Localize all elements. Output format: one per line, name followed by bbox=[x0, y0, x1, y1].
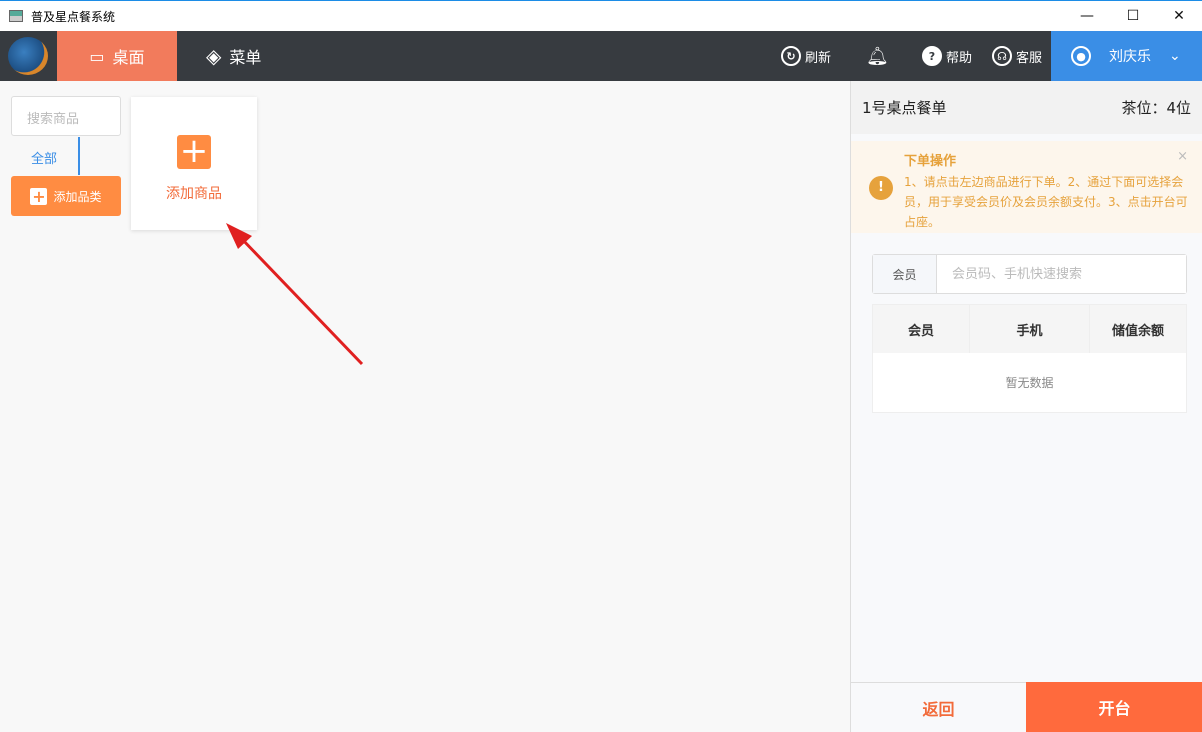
user-menu[interactable]: ● 刘庆乐 ⌄ bbox=[1051, 31, 1202, 81]
column-header: 手机 bbox=[970, 305, 1090, 353]
order-title: 1号桌点餐单 bbox=[862, 99, 947, 117]
member-search: 会员 bbox=[872, 254, 1187, 294]
title-bar: 普及星点餐系统 — ☐ ✕ bbox=[0, 0, 1202, 31]
order-panel: 1号桌点餐单 茶位：4位 ! 下单操作 1、请点击左边商品进行下单。2、通过下面… bbox=[850, 81, 1202, 732]
order-alert: ! 下单操作 1、请点击左边商品进行下单。2、通过下面可选择会员，用于享受会员价… bbox=[851, 141, 1202, 233]
chevron-down-icon: ⌄ bbox=[1169, 48, 1181, 64]
back-button[interactable]: 返回 bbox=[851, 682, 1026, 732]
notification-button[interactable]: 🔔︎ bbox=[866, 31, 889, 81]
warning-icon: ! bbox=[869, 176, 893, 200]
app-icon bbox=[9, 10, 23, 22]
close-icon[interactable]: × bbox=[1177, 149, 1188, 164]
nav-menu-label: 菜单 bbox=[229, 48, 262, 67]
top-nav: ▭ 桌面 ◈ 菜单 ↻ 刷新 🔔︎ ? 帮助 ☊ 客服 ● 刘庆乐 ⌄ bbox=[0, 31, 1202, 81]
member-search-input[interactable] bbox=[937, 255, 1186, 293]
layers-icon: ◈ bbox=[206, 44, 222, 68]
user-icon: ● bbox=[1071, 46, 1091, 66]
service-label: 客服 bbox=[1016, 50, 1043, 66]
monitor-icon: ▭ bbox=[89, 46, 105, 66]
column-header: 储值余额 bbox=[1111, 323, 1164, 339]
alert-title: 下单操作 bbox=[904, 154, 957, 169]
seats: 茶位：4位 bbox=[1121, 99, 1191, 117]
user-name: 刘庆乐 bbox=[1109, 49, 1151, 65]
alert-text: 1、请点击左边商品进行下单。2、通过下面可选择会员，用于享受会员价及会员余额支付… bbox=[904, 175, 1188, 229]
refresh-icon: ↻ bbox=[781, 46, 801, 66]
close-button[interactable]: ✕ bbox=[1156, 1, 1202, 31]
logo bbox=[8, 37, 48, 75]
nav-home-label: 桌面 bbox=[112, 48, 145, 67]
service-button[interactable]: ☊ 客服 bbox=[992, 31, 1042, 81]
nav-home[interactable]: ▭ 桌面 bbox=[57, 31, 177, 81]
help-button[interactable]: ? 帮助 bbox=[922, 31, 972, 81]
refresh-label: 刷新 bbox=[805, 50, 832, 66]
annotation-arrow bbox=[226, 223, 364, 366]
help-icon: ? bbox=[922, 46, 942, 66]
empty-text: 暂无数据 bbox=[1005, 376, 1054, 390]
member-table: 会员 手机 储值余额 暂无数据 bbox=[872, 304, 1187, 413]
nav-menu[interactable]: ◈ 菜单 bbox=[206, 31, 261, 81]
maximize-button[interactable]: ☐ bbox=[1110, 1, 1156, 31]
headset-icon: ☊ bbox=[992, 46, 1012, 66]
refresh-button[interactable]: ↻ 刷新 bbox=[781, 31, 831, 81]
goods-area: 搜索商品 全部 + 添加品类 + 添加商品 bbox=[0, 81, 850, 732]
minimize-button[interactable]: — bbox=[1064, 1, 1110, 31]
bell-icon: 🔔︎ bbox=[866, 45, 889, 67]
help-label: 帮助 bbox=[946, 50, 973, 66]
column-header: 会员 bbox=[873, 305, 970, 353]
member-label: 会员 bbox=[873, 255, 937, 293]
open-table-button[interactable]: 开台 bbox=[1026, 682, 1202, 732]
window-title: 普及星点餐系统 bbox=[31, 9, 116, 24]
